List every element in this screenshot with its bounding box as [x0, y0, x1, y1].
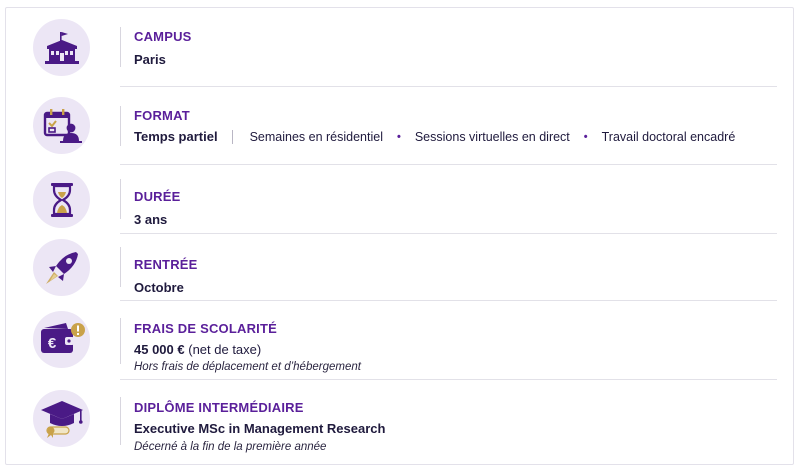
- separator-line: [120, 318, 121, 364]
- separator-line: [120, 179, 121, 219]
- separator-line: [120, 106, 121, 146]
- bullet-dot: •: [396, 130, 401, 143]
- format-separator: [231, 129, 233, 144]
- row-diplome: DIPLÔME INTERMÉDIAIRE Executive MSc in M…: [6, 380, 793, 466]
- rentree-value: Octobre: [134, 280, 184, 295]
- format-label: FORMAT: [134, 108, 190, 123]
- row-frais: € FRAIS DE SCOLARITÉ 45 000 € (net de ta…: [6, 301, 793, 379]
- rentree-label: RENTRÉE: [134, 257, 198, 272]
- format-option: Sessions virtuelles en direct: [414, 129, 570, 144]
- frais-value-suffix: (net de taxe): [188, 342, 262, 357]
- diplome-note: Décerné à la fin de la première année: [134, 441, 327, 453]
- separator-line: [120, 247, 121, 287]
- duree-label: DURÉE: [134, 189, 181, 204]
- svg-text:€: €: [47, 335, 56, 352]
- bullet-dot: •: [583, 130, 588, 143]
- frais-value: 45 000 €: [134, 342, 185, 357]
- frais-note: Hors frais de déplacement et d’hébergeme…: [134, 361, 361, 373]
- program-info-card: CAMPUS Paris FORMAT Temps partiel Semain…: [5, 7, 794, 465]
- row-campus: CAMPUS Paris: [6, 8, 793, 86]
- diplome-label: DIPLÔME INTERMÉDIAIRE: [134, 400, 304, 415]
- frais-value-line: 45 000 € (net de taxe): [134, 342, 261, 357]
- separator-line: [120, 27, 121, 67]
- hourglass-icon: [33, 171, 90, 228]
- format-option: Travail doctoral encadré: [601, 129, 736, 144]
- campus-value: Paris: [134, 52, 166, 67]
- diplome-value: Executive MSc in Management Research: [134, 421, 386, 436]
- format-value: Temps partiel: [134, 129, 218, 144]
- wallet-euro-icon: €: [33, 311, 90, 368]
- format-details: Temps partiel Semaines en résidentiel • …: [134, 129, 735, 144]
- university-building-icon: [33, 19, 90, 76]
- row-rentree: RENTRÉE Octobre: [6, 234, 793, 300]
- duree-value: 3 ans: [134, 212, 168, 227]
- frais-label: FRAIS DE SCOLARITÉ: [134, 321, 277, 336]
- row-duree: DURÉE 3 ans: [6, 165, 793, 233]
- separator-line: [120, 397, 121, 445]
- format-option: Semaines en résidentiel: [249, 129, 383, 144]
- calendar-user-icon: [33, 97, 90, 154]
- campus-label: CAMPUS: [134, 29, 192, 44]
- row-format: FORMAT Temps partiel Semaines en résiden…: [6, 87, 793, 164]
- graduation-cap-icon: [33, 390, 90, 447]
- rocket-icon: [33, 239, 90, 296]
